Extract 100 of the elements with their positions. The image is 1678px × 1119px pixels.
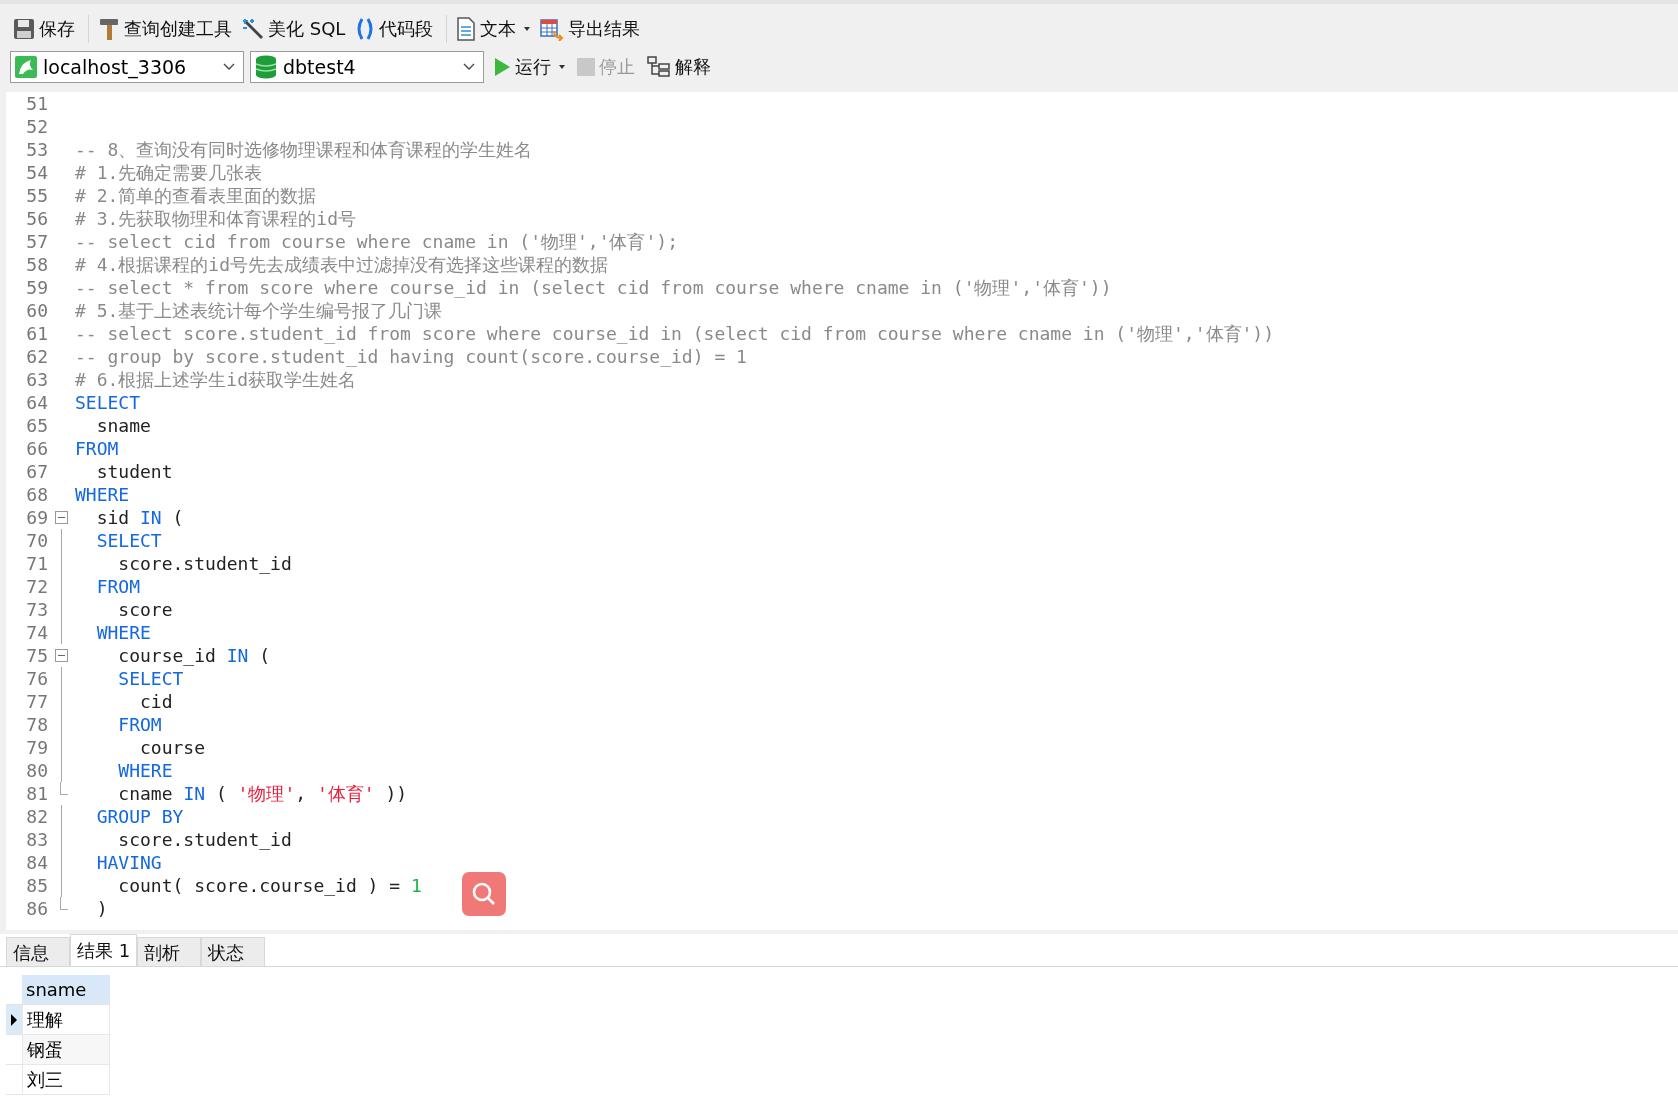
code-text: sid — [95, 507, 131, 528]
stop-icon — [577, 58, 595, 76]
code-text: cid — [139, 691, 173, 712]
line-number: 73 — [25, 599, 49, 620]
line-number: 74 — [25, 622, 49, 643]
sql-keyword: IN — [183, 782, 206, 804]
code-comment: # 3.先获取物理和体育课程的id号 — [75, 207, 357, 229]
caret-icon — [524, 27, 531, 31]
line-number: 86 — [25, 898, 49, 919]
line-number: 80 — [25, 760, 49, 781]
search-button[interactable] — [462, 872, 506, 916]
line-number: 69 — [25, 507, 49, 528]
sql-keyword: FROM — [95, 576, 141, 597]
result-tab[interactable]: 信息 — [6, 937, 70, 966]
code-text: cname — [117, 782, 174, 804]
line-number: 51 — [25, 93, 49, 114]
magic-wand-icon — [242, 18, 264, 40]
document-icon — [456, 17, 477, 41]
toolbar-button[interactable]: 保存 — [10, 15, 78, 43]
line-number: 76 — [25, 668, 49, 689]
chevron-down-icon — [223, 63, 235, 71]
code-comment: # 1.先确定需要几张表 — [75, 161, 263, 183]
sql-keyword: WHERE — [117, 760, 173, 781]
line-number: 57 — [25, 231, 49, 252]
line-number: 58 — [25, 254, 49, 275]
line-number: 71 — [25, 553, 49, 574]
toolbar-button[interactable]: 运行 — [490, 53, 568, 81]
line-number: 61 — [25, 323, 49, 344]
sql-keyword: FROM — [117, 714, 162, 735]
line-number: 77 — [25, 691, 49, 712]
sql-keyword: SELECT — [117, 668, 184, 689]
toolbar-button[interactable]: 代码段 — [352, 15, 437, 43]
code-comment: -- select cid from course where cname in ('物理','体育'); — [75, 230, 678, 252]
sql-keyword: IN — [226, 645, 249, 666]
sql-keyword: FROM — [75, 438, 119, 459]
code-text: ) — [95, 898, 108, 919]
code-text: , — [295, 782, 308, 804]
line-number: 83 — [25, 829, 49, 850]
sql-keyword: HAVING — [95, 852, 162, 873]
code-comment: # 4.根据课程的id号先去成绩表中过滤掉没有选择这些课程的数据 — [75, 253, 609, 275]
result-tab[interactable]: 剖析 — [137, 937, 202, 966]
hammer-icon — [98, 17, 120, 41]
database-dropdown[interactable]: dbtest4 — [250, 51, 484, 83]
toolbar-button[interactable]: 查询创建工具 — [88, 15, 235, 43]
result-tab[interactable]: 状态 — [201, 937, 266, 966]
column-header[interactable]: sname — [22, 975, 110, 1005]
sql-keyword: IN — [140, 507, 162, 528]
code-text: score.student_id — [117, 553, 292, 574]
sql-keyword: SELECT — [95, 530, 162, 551]
line-number: 63 — [25, 369, 49, 390]
code-text: student — [95, 461, 173, 482]
line-number: 85 — [25, 875, 49, 896]
line-number: 68 — [25, 484, 49, 505]
code-text: course_id — [117, 645, 217, 666]
code-text: ( — [171, 507, 184, 528]
code-comment: -- select score.student_id from score where course_id in (select cid from course where cname in ('物理','体育')) — [75, 322, 1275, 344]
line-number: 75 — [25, 645, 49, 666]
row-marker[interactable] — [6, 1005, 22, 1035]
code-comment: -- select * from score where course_id in (select cid from course where cname in ('物理','体育')) — [75, 276, 1112, 298]
line-number: 62 — [25, 346, 49, 367]
line-number: 53 — [25, 139, 49, 160]
code-text: ( — [214, 782, 228, 804]
line-number: 59 — [25, 277, 49, 298]
code-text: ( — [258, 645, 271, 666]
code-text: )) — [384, 782, 408, 804]
database-icon — [255, 55, 277, 79]
result-tab[interactable]: 结果 1 — [70, 934, 138, 966]
line-number: 65 — [25, 415, 49, 436]
table-export-icon — [540, 17, 565, 41]
dolphin-icon — [15, 56, 37, 78]
sql-keyword: SELECT — [75, 392, 141, 413]
chevron-down-icon — [463, 63, 475, 71]
code-comment: # 5.基于上述表统计每个学生编号报了几门课 — [75, 299, 443, 321]
code-comment: # 6.根据上述学生id获取学生姓名 — [75, 368, 357, 390]
toolbar-button[interactable]: 解释 — [644, 53, 714, 81]
line-number: 60 — [25, 300, 49, 321]
connection-dropdown[interactable]: localhost_3306 — [10, 51, 244, 83]
line-number: 66 — [25, 438, 49, 459]
string-literal: '体育' — [316, 782, 375, 804]
line-number: 82 — [25, 806, 49, 827]
play-icon — [493, 57, 511, 77]
toolbar-button[interactable]: 美化 SQL — [239, 15, 349, 43]
line-number: 72 — [25, 576, 49, 597]
code-text: sname — [95, 415, 151, 436]
fold-toggle-icon[interactable] — [54, 649, 68, 662]
line-number: 52 — [25, 116, 49, 137]
code-text: score — [117, 599, 173, 620]
line-number: 70 — [25, 530, 49, 551]
table-cell: 钢蛋 — [22, 1035, 110, 1065]
caret-icon — [559, 65, 565, 69]
line-number: 64 — [25, 392, 49, 413]
line-number: 55 — [25, 185, 49, 206]
code-text: course — [139, 737, 206, 758]
tree-diagram-icon — [647, 56, 671, 78]
code-text: score.student_id — [117, 829, 292, 850]
line-number: 79 — [25, 737, 49, 758]
toolbar-button[interactable]: 文本 — [446, 15, 534, 43]
toolbar-button[interactable]: 导出结果 — [537, 15, 644, 43]
fold-end-mark — [60, 782, 68, 795]
fold-toggle-icon[interactable] — [54, 511, 68, 524]
